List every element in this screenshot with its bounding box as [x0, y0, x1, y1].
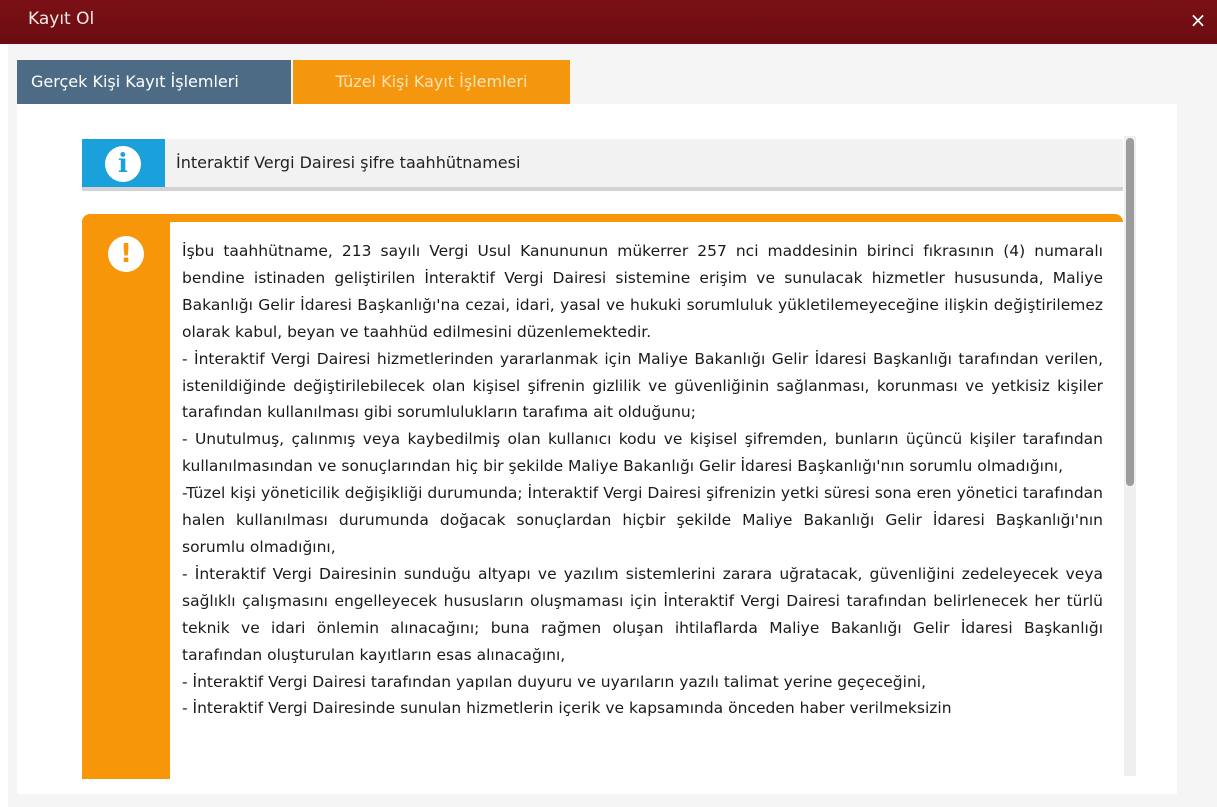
- tab-tuzel-kisi[interactable]: Tüzel Kişi Kayıt İşlemleri: [293, 60, 570, 104]
- agreement-paragraph: - İnteraktif Vergi Dairesinin sunduğu al…: [182, 564, 1103, 664]
- tab-gercek-kisi[interactable]: Gerçek Kişi Kayıt İşlemleri: [17, 60, 291, 104]
- info-box: i İnteraktif Vergi Dairesi şifre taahhüt…: [82, 139, 1123, 191]
- scrollbar[interactable]: [1124, 136, 1136, 776]
- exclamation-icon: !: [108, 236, 144, 272]
- agreement-paragraph: -Tüzel kişi yöneticilik değişikliği duru…: [182, 484, 1103, 556]
- left-edge: [0, 44, 8, 807]
- info-title: İnteraktif Vergi Dairesi şifre taahhütna…: [176, 153, 521, 172]
- info-icon-background: i: [82, 139, 165, 187]
- agreement-paragraph: - Unutulmuş, çalınmış veya kaybedilmiş o…: [182, 430, 1103, 476]
- scrollbar-thumb[interactable]: [1126, 138, 1134, 486]
- agreement-text[interactable]: İşbu taahhütname, 213 sayılı Vergi Usul …: [170, 222, 1123, 779]
- dialog-title: Kayıt Ol: [28, 9, 95, 29]
- dialog-titlebar: Kayıt Ol ×: [0, 0, 1217, 44]
- warning-box: ! İşbu taahhütname, 213 sayılı Vergi Usu…: [82, 214, 1123, 779]
- info-icon: i: [105, 146, 141, 182]
- agreement-paragraph: İşbu taahhütname, 213 sayılı Vergi Usul …: [182, 242, 1103, 341]
- close-icon[interactable]: ×: [1187, 8, 1209, 32]
- agreement-paragraph: - İnteraktif Vergi Dairesi hizmetlerinde…: [182, 349, 1103, 422]
- agreement-paragraph: - İnteraktif Vergi Dairesinde sunulan hi…: [182, 699, 952, 718]
- agreement-paragraph: - İnteraktif Vergi Dairesi tarafından ya…: [182, 672, 926, 691]
